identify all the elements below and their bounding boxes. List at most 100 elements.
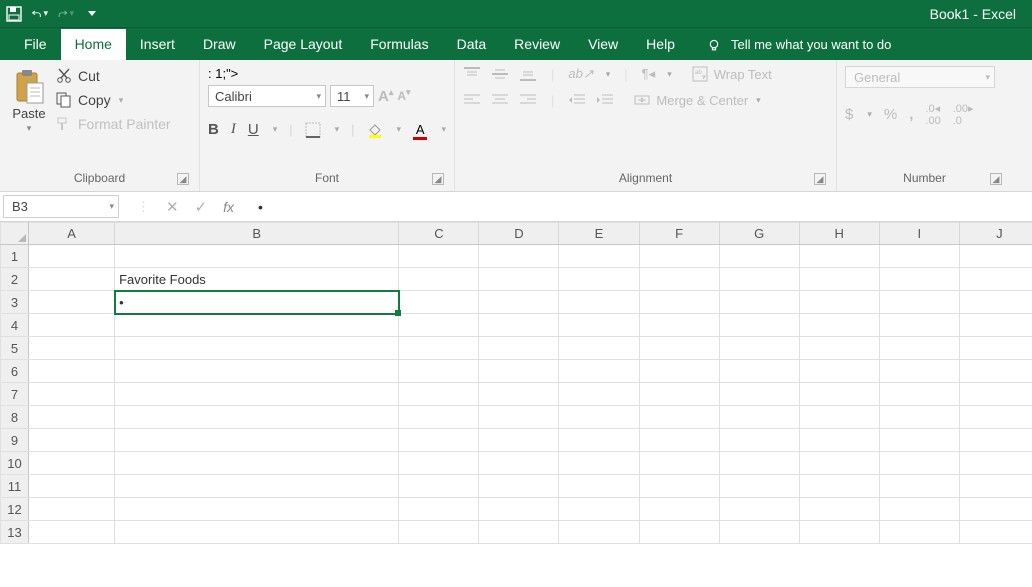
wrap-text-button[interactable]: ab Wrap Text <box>682 66 772 82</box>
tab-help[interactable]: Help <box>632 29 689 60</box>
cell[interactable] <box>115 360 399 383</box>
dialog-launcher-icon[interactable]: ◢ <box>814 173 826 185</box>
select-all-corner[interactable] <box>1 223 29 245</box>
cell[interactable] <box>399 475 479 498</box>
cell[interactable] <box>559 498 639 521</box>
cell[interactable] <box>799 245 879 268</box>
cell[interactable] <box>559 314 639 337</box>
align-middle-button[interactable] <box>491 67 509 81</box>
column-header[interactable]: J <box>959 223 1032 245</box>
undo-icon[interactable]: ▾ <box>32 6 48 22</box>
cell[interactable] <box>115 245 399 268</box>
cell[interactable] <box>719 337 799 360</box>
cell[interactable] <box>115 406 399 429</box>
cell[interactable]: Favorite Foods <box>115 268 399 291</box>
borders-button[interactable] <box>305 122 321 138</box>
row-header[interactable]: 2 <box>1 268 29 291</box>
cell[interactable] <box>719 291 799 314</box>
cell[interactable] <box>879 429 959 452</box>
fill-color-button[interactable] <box>367 122 383 138</box>
orientation-button[interactable]: ab↗ <box>568 66 593 82</box>
chevron-down-icon[interactable]: ▾ <box>985 72 990 83</box>
cell[interactable] <box>559 383 639 406</box>
percent-format-button[interactable]: % <box>884 106 897 123</box>
cell[interactable] <box>559 360 639 383</box>
cell[interactable] <box>559 268 639 291</box>
cell[interactable] <box>959 314 1032 337</box>
align-top-button[interactable] <box>463 67 481 81</box>
chevron-down-icon[interactable]: ▾ <box>109 201 114 212</box>
cell[interactable] <box>959 498 1032 521</box>
chevron-down-icon[interactable]: ▾ <box>119 95 124 106</box>
align-left-button[interactable] <box>463 93 481 107</box>
dialog-launcher-icon[interactable]: ◢ <box>990 173 1002 185</box>
cell[interactable] <box>879 521 959 544</box>
cell[interactable] <box>799 452 879 475</box>
cell[interactable]: • <box>115 291 399 314</box>
cell[interactable] <box>959 429 1032 452</box>
cell[interactable] <box>29 383 115 406</box>
cell[interactable] <box>959 383 1032 406</box>
cell[interactable] <box>479 498 559 521</box>
row-header[interactable]: 7 <box>1 383 29 406</box>
chevron-down-icon[interactable]: ▾ <box>606 69 611 80</box>
cell[interactable] <box>29 268 115 291</box>
cancel-formula-button[interactable]: ✕ <box>166 198 179 216</box>
cell[interactable] <box>559 429 639 452</box>
cell[interactable] <box>115 314 399 337</box>
paste-button[interactable]: Paste ▾ <box>8 66 50 171</box>
cell[interactable] <box>479 452 559 475</box>
column-header[interactable]: E <box>559 223 639 245</box>
cell[interactable] <box>479 291 559 314</box>
cell[interactable] <box>719 429 799 452</box>
cell[interactable] <box>559 245 639 268</box>
cell[interactable] <box>559 475 639 498</box>
cell[interactable] <box>639 429 719 452</box>
font-color-button[interactable]: A <box>413 122 427 137</box>
cell[interactable] <box>115 475 399 498</box>
cell[interactable] <box>29 245 115 268</box>
chevron-down-icon[interactable]: ▾ <box>867 109 872 120</box>
cell[interactable] <box>799 429 879 452</box>
dialog-launcher-icon[interactable]: ◢ <box>177 173 189 185</box>
row-header[interactable]: 13 <box>1 521 29 544</box>
cell[interactable] <box>29 521 115 544</box>
cell[interactable] <box>719 498 799 521</box>
cell[interactable] <box>719 521 799 544</box>
merge-center-button[interactable]: Merge & Center ▾ <box>624 92 760 108</box>
column-header[interactable]: H <box>799 223 879 245</box>
column-header[interactable]: F <box>639 223 719 245</box>
cell[interactable] <box>799 360 879 383</box>
cell[interactable] <box>719 245 799 268</box>
align-right-button[interactable] <box>519 93 537 107</box>
italic-button[interactable]: I <box>231 121 236 138</box>
cell[interactable] <box>879 360 959 383</box>
cell[interactable] <box>639 498 719 521</box>
row-header[interactable]: 10 <box>1 452 29 475</box>
cell[interactable] <box>29 314 115 337</box>
cell[interactable] <box>479 360 559 383</box>
decrease-decimal-button[interactable]: .00▸.0 <box>953 102 974 127</box>
cell[interactable] <box>799 314 879 337</box>
cell[interactable] <box>719 406 799 429</box>
cell[interactable] <box>879 406 959 429</box>
cell[interactable] <box>799 498 879 521</box>
cell[interactable] <box>479 521 559 544</box>
cell[interactable] <box>719 475 799 498</box>
cell[interactable] <box>115 429 399 452</box>
chevron-down-icon[interactable]: ▾ <box>310 91 321 102</box>
cell[interactable] <box>29 406 115 429</box>
cell[interactable] <box>799 475 879 498</box>
row-header[interactable]: 3 <box>1 291 29 314</box>
column-header[interactable]: I <box>879 223 959 245</box>
cell[interactable] <box>639 521 719 544</box>
cell[interactable] <box>479 475 559 498</box>
cell[interactable] <box>799 406 879 429</box>
cell[interactable] <box>399 360 479 383</box>
cell[interactable] <box>399 498 479 521</box>
row-header[interactable]: 6 <box>1 360 29 383</box>
cell[interactable] <box>879 314 959 337</box>
dialog-launcher-icon[interactable]: ◢ <box>432 173 444 185</box>
cell[interactable] <box>559 291 639 314</box>
tell-me-search[interactable]: Tell me what you want to do <box>689 30 903 60</box>
